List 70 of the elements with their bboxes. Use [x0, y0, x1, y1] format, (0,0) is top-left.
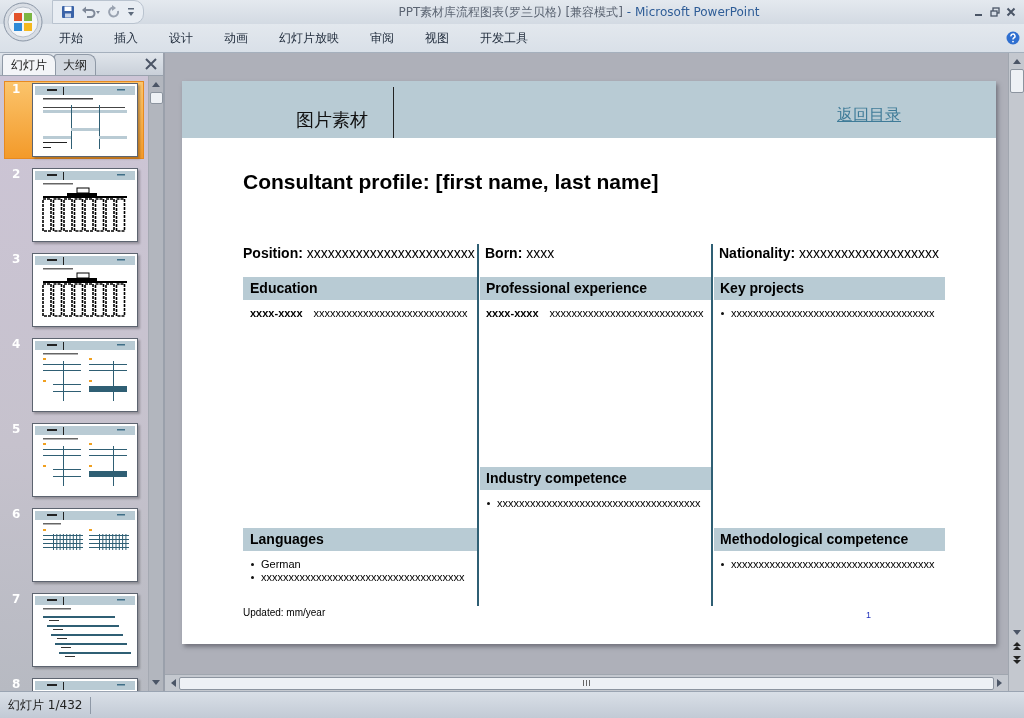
bullet-text: xxxxxxxxxxxxxxxxxxxxxxxxxxxxxxxxxxxxx: [731, 558, 935, 571]
bullet-text: xxxxxxxxxxxxxxxxxxxxxxxxxxxxxxxxxxxxx: [497, 497, 701, 510]
previous-slide-icon[interactable]: [1011, 641, 1022, 651]
ribbon-tab[interactable]: 幻灯片放映: [268, 26, 350, 50]
ribbon-tab[interactable]: 开发工具: [469, 26, 539, 50]
entry-date: xxxx-xxxx: [250, 307, 303, 320]
scroll-thumb[interactable]: [149, 92, 163, 104]
save-icon[interactable]: [61, 5, 75, 19]
info-text: Position: xxxxxxxxxxxxxxxxxxxxxxxx: [243, 244, 476, 263]
close-icon[interactable]: [145, 58, 157, 70]
info-text: Nationality: xxxxxxxxxxxxxxxxxxxx: [718, 244, 941, 263]
section-heading: Languages: [243, 528, 477, 551]
section-heading: Methodological competence: [714, 528, 945, 551]
ribbon-tab[interactable]: 设计: [158, 26, 204, 50]
entry-text: xxxxxxxxxxxxxxxxxxxxxxxxxxxx: [549, 307, 704, 320]
info-text: Born: xxxx: [484, 244, 556, 263]
bullet-text: xxxxxxxxxxxxxxxxxxxxxxxxxxxxxxxxxxxxx: [731, 307, 935, 320]
slide-number: 5: [12, 423, 22, 436]
slide-number: 7: [12, 593, 22, 606]
restore-icon[interactable]: [990, 7, 1000, 17]
bullet-text: German: [261, 558, 301, 571]
section-heading: Professional experience: [480, 277, 711, 300]
scroll-thumb[interactable]: [179, 676, 994, 690]
slide-number: 1: [12, 83, 22, 96]
scroll-thumb[interactable]: [1009, 69, 1024, 93]
grip-icon: [582, 680, 591, 686]
up-arrow-icon[interactable]: [151, 80, 161, 88]
slide-title: Consultant profile: [first name, last name]: [243, 170, 660, 194]
bullet-icon: [251, 576, 254, 579]
entry-date: xxxx-xxxx: [486, 307, 539, 320]
footer-text: Updated: mm/year: [243, 607, 326, 620]
section-heading: Industry competence: [480, 467, 711, 490]
bullet-icon: [721, 563, 724, 566]
help-icon[interactable]: [1006, 31, 1020, 45]
application-title: - Microsoft PowerPoint: [626, 4, 760, 19]
down-arrow-icon[interactable]: [151, 679, 161, 687]
scrollbar[interactable]: [165, 674, 1008, 691]
bullet-icon: [251, 563, 254, 566]
customize-caret-icon[interactable]: [127, 7, 135, 17]
slide-number: 4: [12, 338, 22, 351]
slide-number: 8: [12, 678, 22, 691]
panel-tab[interactable]: 幻灯片: [2, 54, 56, 75]
down-arrow-icon[interactable]: [1011, 629, 1022, 637]
ribbon-tab[interactable]: 插入: [103, 26, 149, 50]
entry-text: xxxxxxxxxxxxxxxxxxxxxxxxxxxx: [313, 307, 468, 320]
undo-icon[interactable]: [81, 5, 101, 19]
right-arrow-icon[interactable]: [996, 678, 1004, 688]
slide-header-title: 图片素材: [296, 87, 394, 138]
bullet-icon: [487, 502, 490, 505]
document-title: PPT素材库流程图表(罗兰贝格) [兼容模式]: [398, 4, 623, 19]
ribbon-tab[interactable]: 开始: [48, 26, 94, 50]
up-arrow-icon[interactable]: [1011, 57, 1022, 65]
panel-tab[interactable]: 大纲: [54, 54, 96, 75]
ribbon-tab[interactable]: 审阅: [359, 26, 405, 50]
section-heading: Education: [243, 277, 477, 300]
slide-number: 3: [12, 253, 22, 266]
slide-count: 幻灯片 1/432: [0, 696, 92, 714]
close-icon[interactable]: [1006, 7, 1016, 17]
scrollbar[interactable]: [148, 76, 163, 691]
slide-number: 6: [12, 508, 22, 521]
ribbon-tab[interactable]: 动画: [213, 26, 259, 50]
page-number: 1: [866, 610, 871, 620]
bullet-text: xxxxxxxxxxxxxxxxxxxxxxxxxxxxxxxxxxxxx: [261, 571, 465, 584]
bullet-icon: [721, 312, 724, 315]
section-heading: Key projects: [714, 277, 945, 300]
next-slide-icon[interactable]: [1011, 655, 1022, 665]
slide-number: 2: [12, 168, 22, 181]
scrollbar[interactable]: [1008, 53, 1024, 691]
ribbon-tab[interactable]: 视图: [414, 26, 460, 50]
left-arrow-icon[interactable]: [169, 678, 177, 688]
